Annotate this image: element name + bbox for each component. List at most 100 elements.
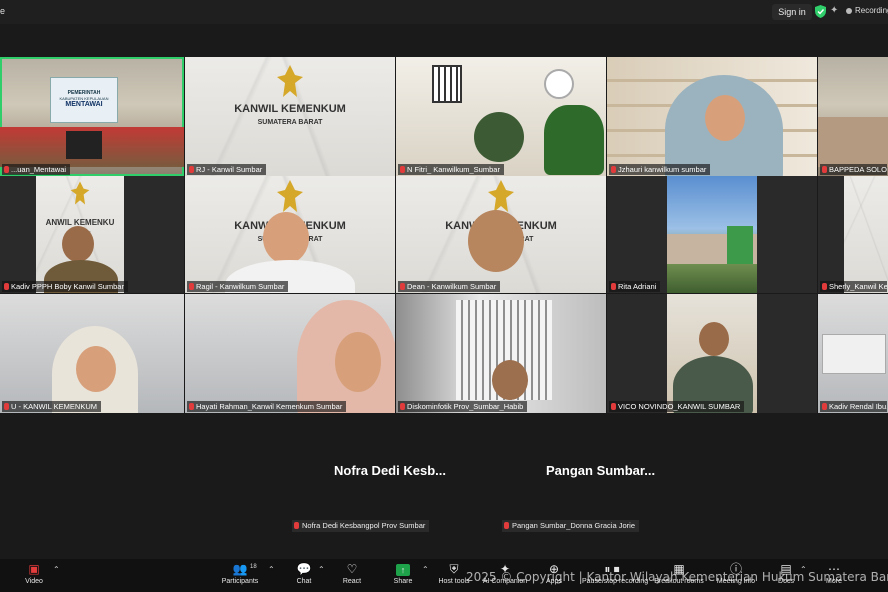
participant-name: Kadiv PPPH Boby Kanwil Sumbar [2,281,128,292]
video-tile[interactable]: BAPPEDA SOLOK [818,57,888,176]
video-tile[interactable]: ANWIL KEMENKU SUMAT Kadiv PPPH Boby Kanw… [0,176,184,293]
mic-muted-icon [504,522,509,529]
video-tile[interactable]: Rita Adriani [607,176,817,293]
participant-face [468,210,524,272]
sign-in-button[interactable]: Sign in [772,4,812,20]
ai-sparkle-icon[interactable]: ✦ [830,5,838,16]
participant-name: U - KANWIL KEMENKUM [2,401,101,412]
wall-frame [432,65,462,103]
participant-name: ...uan_Mentawai [2,164,71,175]
video-tile[interactable]: VICO NOVINDO_KANWIL SUMBAR [607,294,817,413]
mic-muted-icon [822,166,827,173]
mic-muted-icon [189,403,194,410]
video-feed [667,294,757,413]
copyright-watermark: 2025 © Copyright | Kantor Wilayah Kement… [466,570,888,584]
mic-muted-icon [189,283,194,290]
video-tile[interactable]: Diskominfotik Prov_Sumbar_Habib [396,294,606,413]
audio-participant-name: Nofra Dedi Kesbangpol Prov Sumbar [292,520,430,532]
emblem-icon [488,180,514,212]
mic-muted-icon [611,283,616,290]
app-title: e [0,6,6,16]
participant-name: Kadiv Rendal Ibu... [820,401,888,412]
participant-face [492,360,528,400]
participant-name: Dean - Kanwilkum Sumbar [398,281,501,292]
recording-label: Recording... [855,6,888,15]
participant-face [76,346,116,392]
room-banner-line3: MENTAWAI [65,101,103,108]
video-tile[interactable]: Hayati Rahman_Kanwil Kemenkum Sumbar [185,294,395,413]
participant-face [335,332,381,392]
emblem-icon [277,180,303,212]
mic-muted-icon [611,403,616,410]
video-feed [667,176,757,293]
mic-muted-icon [400,403,405,410]
audio-participant-display[interactable]: Pangan Sumbar... [546,463,655,478]
clock-icon [544,69,574,99]
video-feed [844,176,888,293]
video-tile[interactable]: N Fitri_ Kanwilkum_Sumbar [396,57,606,176]
title-bar: e Sign in ✦ Recording... [0,0,888,24]
mic-muted-icon [611,166,616,173]
plant [544,105,604,175]
chevron-up-icon[interactable]: ⌃ [268,565,275,574]
mic-muted-icon [400,283,405,290]
mic-muted-icon [400,166,405,173]
room-people [818,117,888,167]
emblem-icon [70,181,90,205]
room-screen [66,131,102,159]
participant-name: Ragil - Kanwilkum Sumbar [187,281,289,292]
video-tile[interactable]: PEMERINTAH KABUPATEN KEPULAUAN MENTAWAI … [0,57,184,176]
video-gallery: PEMERINTAH KABUPATEN KEPULAUAN MENTAWAI … [0,55,888,413]
chevron-up-icon[interactable]: ⌃ [53,565,60,574]
video-feed: ANWIL KEMENKU SUMAT [36,176,124,293]
cloud-record-icon [846,7,852,14]
video-tile[interactable]: Kadiv Rendal Ibu... [818,294,888,413]
building [727,226,753,264]
chevron-up-icon[interactable]: ⌃ [318,565,325,574]
video-button[interactable]: ▣ Video [12,561,56,591]
participant-name: N Fitri_ Kanwilkum_Sumbar [398,164,504,175]
mic-muted-icon [822,403,827,410]
participant-face [705,95,745,141]
video-tile[interactable]: KANWIL KEMENKUM SUMATERA BARAT Dean - Ka… [396,176,606,293]
emblem-icon [277,65,303,97]
participant-name: Jzhauri kanwilkum sumbar [609,164,711,175]
participant-name: Rita Adriani [609,281,661,292]
video-tile[interactable]: KANWIL KEMENKUM SUMATERA BARAT RJ - Kanw… [185,57,395,176]
share-screen-icon: ↑ [381,561,425,577]
mic-muted-icon [189,166,194,173]
video-tile[interactable]: KANWIL KEMENKUM SUMATERA BARAT Ragil - K… [185,176,395,293]
video-tile[interactable]: U - KANWIL KEMENKUM [0,294,184,413]
chevron-up-icon[interactable]: ⌃ [422,565,429,574]
shield-check-icon[interactable] [815,5,826,18]
participant-face [263,212,309,264]
participant-name: Sherly_Kanwil Kem... [820,281,888,292]
react-button[interactable]: ♡ React [330,561,374,591]
banner-title: KANWIL KEMENKUM [234,103,346,115]
mic-muted-icon [822,283,827,290]
audio-only-area: Nofra Dedi Kesb... Nofra Dedi Kesbangpol… [0,413,888,559]
recording-indicator[interactable]: Recording... [846,6,888,15]
audio-participant-name: Pangan Sumbar_Donna Gracia Jorie [502,520,639,532]
mic-muted-icon [4,403,9,410]
video-tile[interactable]: Jzhauri kanwilkum sumbar [607,57,817,176]
video-off-icon: ▣ [28,562,40,576]
window [822,334,886,374]
video-tile[interactable]: Sherly_Kanwil Kem... [818,176,888,293]
participant-name: Hayati Rahman_Kanwil Kemenkum Sumbar [187,401,347,412]
banner-subtitle: SUMATERA BARAT [257,119,323,126]
plant [474,112,524,162]
participant-name: BAPPEDA SOLOK [820,164,888,175]
participant-face [62,226,94,262]
participant-name: Diskominfotik Prov_Sumbar_Habib [398,401,528,412]
mic-muted-icon [294,522,299,529]
participants-count-badge: 18 [250,564,257,570]
participant-face [699,322,729,356]
room-banner: PEMERINTAH KABUPATEN KEPULAUAN MENTAWAI [50,77,118,123]
participant-name: RJ - Kanwil Sumbar [187,164,267,175]
mic-muted-icon [4,283,9,290]
participant-name: VICO NOVINDO_KANWIL SUMBAR [609,401,745,412]
mic-muted-icon [4,166,9,173]
share-button[interactable]: ↑ Share [381,561,425,591]
audio-participant-display[interactable]: Nofra Dedi Kesb... [334,463,446,478]
